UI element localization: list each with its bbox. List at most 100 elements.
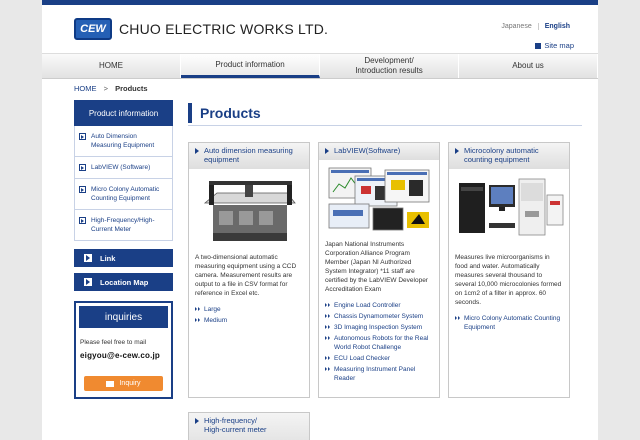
company-logo[interactable]: CEW CHUO ELECTRIC WORKS LTD. [74,18,328,40]
inquiry-button[interactable]: Inquiry [84,376,163,391]
link-engine-load-controller[interactable]: Engine Load Controller [325,301,433,310]
link-panel-reader[interactable]: Measuring Instrument Panel Reader [325,365,433,383]
breadcrumb-current: Products [115,84,148,93]
double-arrow-icon [325,356,330,361]
sidebar-item-micro-colony[interactable]: Micro Colony Automatic Counting Equipmen… [75,179,172,210]
inquiry-button-label: Inquiry [119,380,141,387]
link-ecu-load-checker[interactable]: ECU Load Checker [325,354,433,363]
arrow-box-icon [79,217,86,224]
card-title-link[interactable]: LabVIEW(Software) [319,143,439,160]
link-label: Measuring Instrument Panel Reader [334,366,416,382]
double-arrow-icon [195,307,200,312]
sidebar-item-labview[interactable]: LabVIEW (Software) [75,157,172,179]
sidebar-item-label: Auto Dimension Measuring Equipment [91,133,155,149]
inquiries-email[interactable]: eigyou@e-cew.co.jp [76,346,171,360]
language-switcher: Japanese English [495,23,576,30]
card-title: Auto dimension measuring equipment [204,146,293,164]
sidebar-item-label: LabVIEW (Software) [91,164,151,171]
nav-about-us[interactable]: About us [459,54,598,78]
sidebar-item-label: High-Frequency/High-Current Meter [91,217,155,233]
double-arrow-icon [325,325,330,330]
link-label: Medium [204,317,228,324]
site-header: CEW CHUO ELECTRIC WORKS LTD. Japanese En… [42,5,598,51]
inquiries-box: inquiries Please feel free to mail eigyo… [74,301,173,399]
product-card-labview: LabVIEW(Software) Japan National Instrum… [318,142,440,398]
labview-screens-image [325,166,433,232]
card-title-line-1: High-frequency/ [204,416,257,425]
sidebar-item-auto-dimension[interactable]: Auto Dimension Measuring Equipment [75,126,172,157]
link-button[interactable]: Link [74,249,173,267]
card-title: LabVIEW(Software) [334,146,401,155]
arrow-right-icon [84,254,92,262]
page-title-row: Products [188,100,582,126]
main-nav: HOME Product information Development/ In… [42,53,598,79]
card-description: Japan National Instruments Corporation A… [325,241,428,293]
card-links: Micro Colony Automatic Counting Equipmen… [455,314,563,332]
square-bullet-icon [535,42,542,49]
inquiries-text: Please feel free to mail [80,339,147,346]
card-title-link[interactable]: High-frequency/ High-current meter [189,413,309,440]
sidebar-item-label: Micro Colony Automatic Counting Equipmen… [91,186,160,202]
arrow-right-icon [84,278,92,286]
link-label: Autonomous Robots for the Real World Rob… [334,335,429,351]
double-arrow-icon [325,303,330,308]
link-3d-imaging[interactable]: 3D Imaging Inspection System [325,323,433,332]
lang-japanese[interactable]: Japanese [495,23,537,30]
nav-development-results[interactable]: Development/ Introduction results [320,54,459,78]
measuring-equipment-image [195,175,303,245]
page: CEW CHUO ELECTRIC WORKS LTD. Japanese En… [42,0,598,440]
card-description: Measures live microorganisms in food and… [455,254,562,306]
link-micro-colony[interactable]: Micro Colony Automatic Counting Equipmen… [455,314,563,332]
card-title-line-2: High-current meter [204,425,267,434]
main-content: Products Auto dimension measuring equipm… [188,100,582,440]
company-name: CHUO ELECTRIC WORKS LTD. [119,21,329,37]
arrow-box-icon [79,133,86,140]
sidebar-heading: Product information [74,100,173,126]
link-chassis-dynamometer[interactable]: Chassis Dynamometer System [325,312,433,321]
double-arrow-icon [325,367,330,372]
nav-home[interactable]: HOME [42,54,181,78]
site-map-link[interactable]: Site map [535,41,574,50]
card-title: Microcolony automatic counting equipment [464,146,539,164]
card-title-link[interactable]: Auto dimension measuring equipment [189,143,309,169]
nav-product-information[interactable]: Product information [181,54,320,78]
link-autonomous-robots[interactable]: Autonomous Robots for the Real World Rob… [325,334,433,352]
double-arrow-icon [455,316,460,321]
double-arrow-icon [195,318,200,323]
sidebar-item-high-frequency[interactable]: High-Frequency/High-Current Meter [75,210,172,240]
title-accent-bar [188,102,192,123]
card-description: A two-dimensional automatic measuring eq… [195,254,297,297]
card-links: Large Medium [195,305,303,325]
site-map-label: Site map [544,41,574,50]
link-large[interactable]: Large [195,305,303,314]
location-map-button[interactable]: Location Map [74,273,173,291]
triangle-icon [195,148,199,154]
double-arrow-icon [325,314,330,319]
location-map-label: Location Map [100,277,149,287]
link-label: Engine Load Controller [334,302,401,309]
link-label: Large [204,306,221,313]
arrow-box-icon [79,164,86,171]
link-label: Micro Colony Automatic Counting Equipmen… [464,315,561,331]
double-arrow-icon [325,336,330,341]
microcolony-equipment-image [455,175,564,245]
link-button-label: Link [100,253,116,263]
product-card-high-frequency: High-frequency/ High-current meter [188,412,310,440]
arrow-box-icon [79,186,86,193]
envelope-icon [106,380,115,387]
breadcrumb-separator: > [103,84,108,93]
link-label: 3D Imaging Inspection System [334,324,423,331]
nav-development-label-2: Introduction results [355,66,423,75]
breadcrumb: HOME > Products [74,84,148,93]
lang-english[interactable]: English [537,23,576,30]
card-title: High-frequency/ High-current meter [204,416,267,440]
triangle-icon [325,148,329,154]
triangle-icon [455,148,459,154]
link-medium[interactable]: Medium [195,316,303,325]
page-title: Products [200,104,261,121]
breadcrumb-home[interactable]: HOME [74,84,97,93]
triangle-icon [195,418,199,424]
inquiries-heading: inquiries [79,306,168,328]
card-title-link[interactable]: Microcolony automatic counting equipment [449,143,569,169]
sidebar-menu: Auto Dimension Measuring Equipment LabVI… [74,126,173,241]
